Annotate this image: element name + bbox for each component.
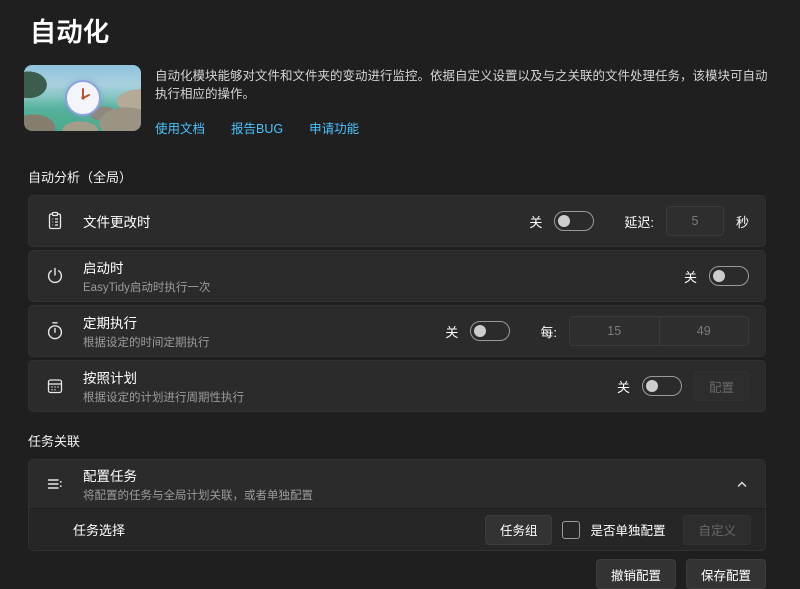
automation-settings-page: 自动化 自动化模块能够对文件和文件夹的变动进行监控。依据自定义设置以及与之关联的… [0, 0, 800, 558]
card-subtitle: EasyTidy启动时执行一次 [83, 279, 684, 295]
periodic-toggle[interactable] [470, 321, 510, 341]
delay-unit-label: 秒 [736, 212, 749, 231]
delay-input[interactable] [666, 206, 724, 236]
page-title: 自动化 [30, 12, 800, 49]
module-header: 自动化模块能够对文件和文件夹的变动进行监控。依据自定义设置以及与之关联的文件处理… [24, 65, 770, 137]
card-title: 文件更改时 [83, 211, 529, 231]
clipboard-list-icon [45, 211, 65, 231]
configure-tasks-expander: 配置任务 将配置的任务与全局计划关联，或者单独配置 任务选择 任务组 是否单独配… [28, 459, 766, 551]
expander-title: 配置任务 [83, 465, 735, 485]
report-bug-link[interactable]: 报告BUG [231, 118, 283, 137]
on-startup-toggle[interactable] [709, 266, 749, 286]
card-subtitle: 根据设定的计划进行周期性执行 [83, 389, 617, 405]
docs-link[interactable]: 使用文档 [155, 118, 205, 137]
schedule-config-button[interactable]: 配置 [694, 371, 749, 401]
every-label: 每: [540, 322, 557, 341]
calendar-icon [45, 376, 65, 396]
task-list-icon [45, 474, 65, 494]
toggle-state-label: 关 [684, 267, 697, 286]
toggle-knob [646, 380, 658, 392]
section-auto-analysis: 自动分析（全局） [28, 167, 800, 186]
module-description: 自动化模块能够对文件和文件夹的变动进行监控。依据自定义设置以及与之关联的文件处理… [155, 67, 770, 103]
toggle-knob [713, 270, 725, 282]
interval-time-inputs [569, 316, 749, 346]
interval-minute-input[interactable] [570, 317, 659, 345]
automation-hero-image [24, 65, 141, 131]
standalone-config-checkbox[interactable] [562, 521, 580, 539]
toggle-state-label: 关 [529, 212, 542, 231]
on-schedule-toggle[interactable] [642, 376, 682, 396]
timer-icon [45, 321, 65, 341]
card-subtitle: 根据设定的时间定期执行 [83, 334, 445, 350]
card-periodic: 定期执行 根据设定的时间定期执行 关 每: [28, 305, 766, 357]
expander-header[interactable]: 配置任务 将配置的任务与全局计划关联，或者单独配置 [29, 460, 765, 508]
toggle-state-label: 关 [445, 322, 458, 341]
card-file-change: 文件更改时 关 延迟: 秒 [28, 195, 766, 247]
card-on-startup: 启动时 EasyTidy启动时执行一次 关 [28, 250, 766, 302]
toggle-state-label: 关 [617, 377, 630, 396]
task-selection-row: 任务选择 任务组 是否单独配置 自定义 [29, 508, 765, 550]
file-change-toggle[interactable] [554, 211, 594, 231]
clock-icon [65, 80, 101, 116]
undo-config-button[interactable]: 撤销配置 [596, 559, 676, 589]
task-group-button[interactable]: 任务组 [485, 515, 553, 545]
expander-subtitle: 将配置的任务与全局计划关联，或者单独配置 [83, 487, 735, 503]
card-title: 启动时 [83, 257, 684, 277]
feature-request-link[interactable]: 申请功能 [309, 118, 359, 137]
card-on-schedule: 按照计划 根据设定的计划进行周期性执行 关 配置 [28, 360, 766, 412]
custom-button[interactable]: 自定义 [683, 515, 751, 545]
card-title: 定期执行 [83, 312, 445, 332]
interval-second-input[interactable] [660, 317, 749, 345]
task-selection-label: 任务选择 [73, 520, 125, 539]
toggle-knob [558, 215, 570, 227]
toggle-knob [474, 325, 486, 337]
power-icon [45, 266, 65, 286]
save-config-button[interactable]: 保存配置 [686, 559, 766, 589]
chevron-up-icon[interactable] [735, 477, 749, 491]
delay-label: 延迟: [624, 212, 654, 231]
card-title: 按照计划 [83, 367, 617, 387]
module-links: 使用文档 报告BUG 申请功能 [155, 118, 770, 137]
standalone-config-label: 是否单独配置 [590, 520, 665, 539]
section-task-relation: 任务关联 [28, 431, 800, 450]
footer-actions: 撤销配置 保存配置 [0, 559, 766, 589]
